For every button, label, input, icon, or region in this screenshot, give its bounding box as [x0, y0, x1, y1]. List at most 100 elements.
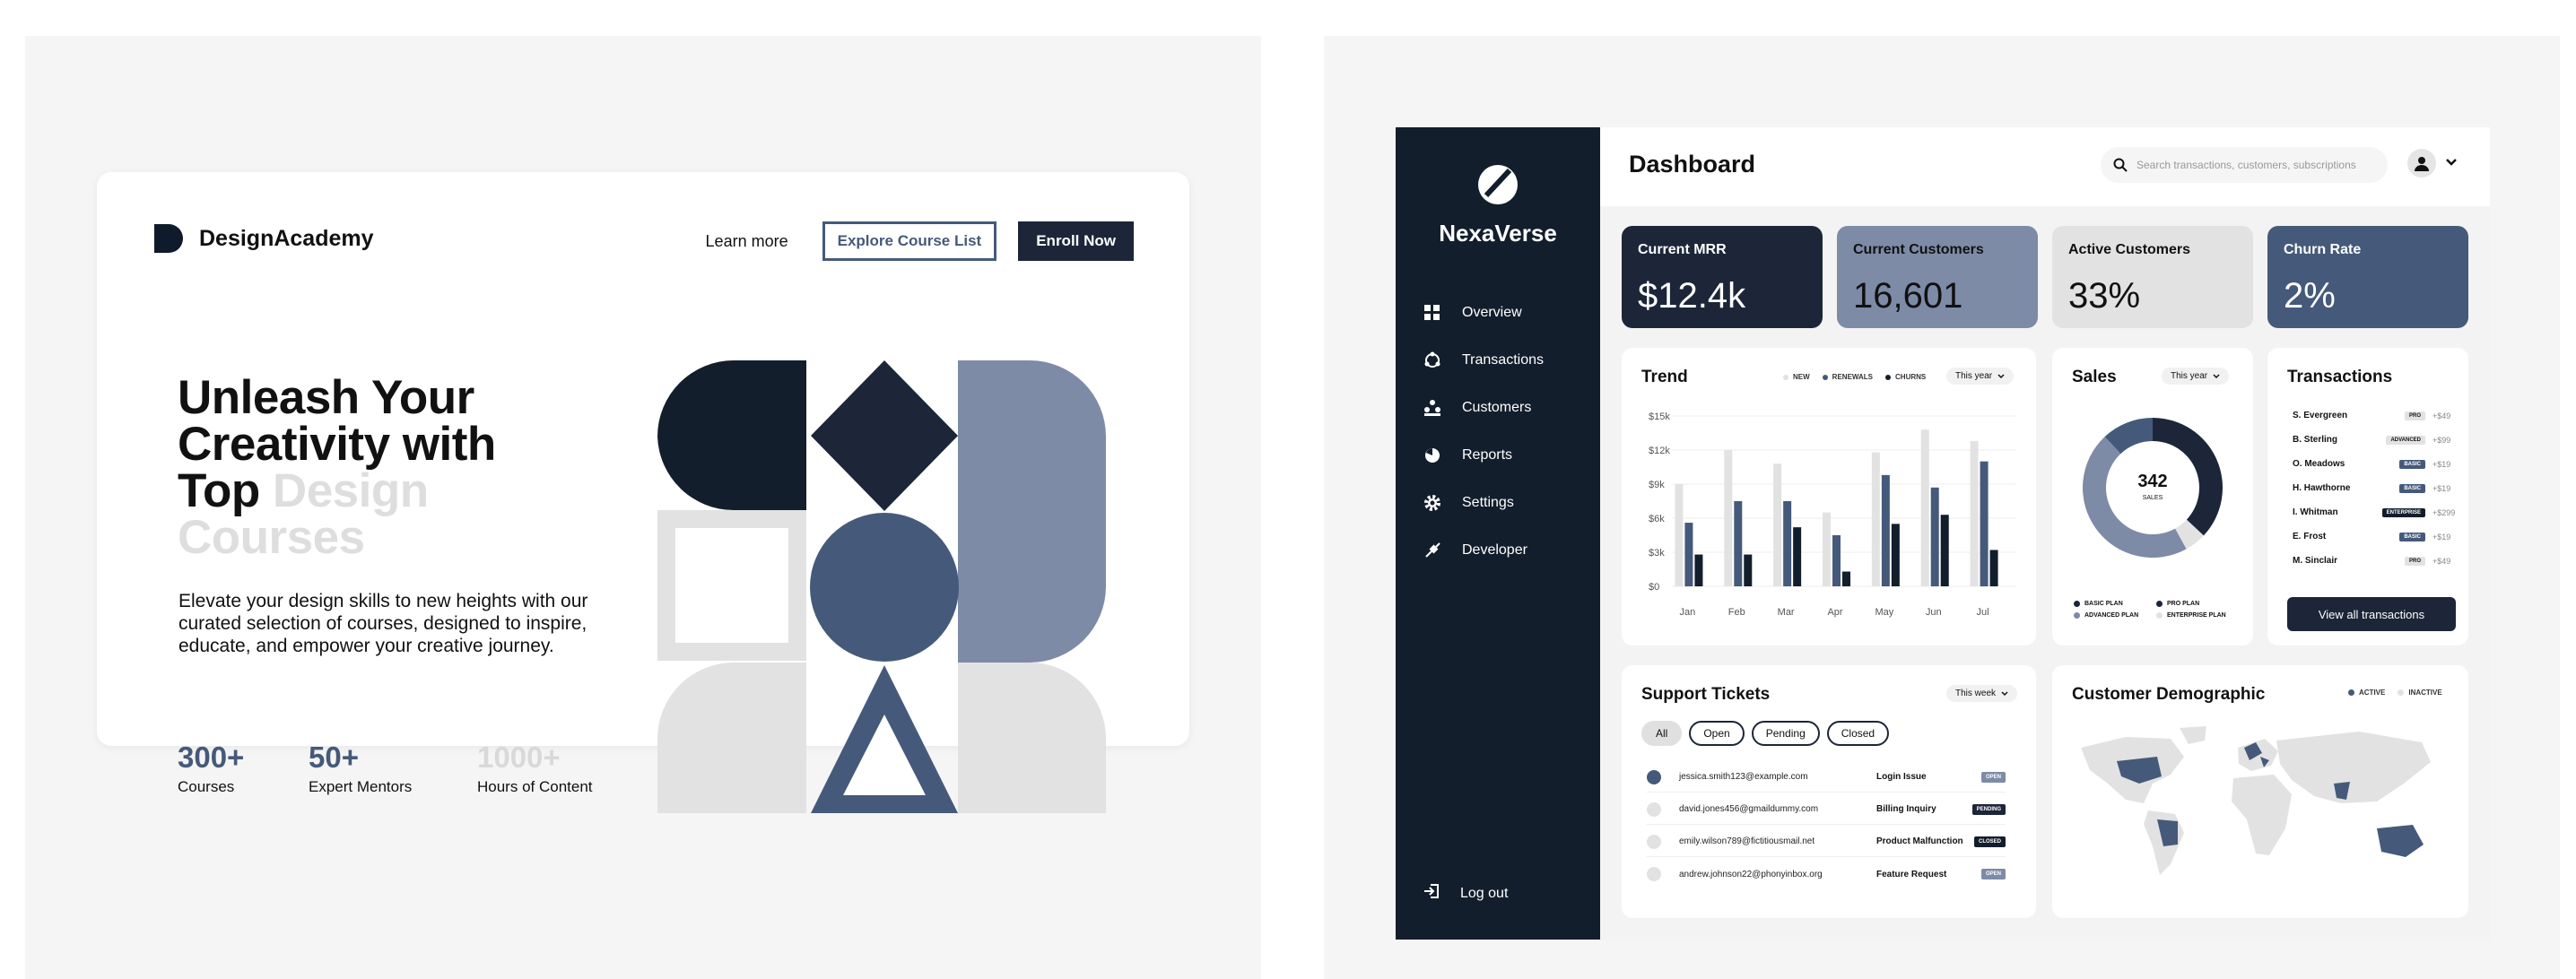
- sidebar-item-customers[interactable]: Customers: [1423, 384, 1544, 431]
- search-input[interactable]: Search transactions, customers, subscrip…: [2101, 147, 2388, 183]
- diamond-shape: [811, 360, 958, 511]
- stat-value: 50+: [309, 741, 359, 774]
- sales-center-label: SALES: [2142, 495, 2163, 501]
- sidebar-item-reports[interactable]: Reports: [1423, 431, 1544, 479]
- plan-badge: ENTERPRISE: [2381, 507, 2425, 517]
- search-icon: [2113, 158, 2128, 172]
- ticket-dot: [1647, 801, 1661, 817]
- page-title: Dashboard: [1629, 151, 1756, 178]
- support-tickets-card: Support Tickets This week All Open Pendi…: [1622, 665, 2036, 918]
- chip-all[interactable]: All: [1641, 721, 1683, 746]
- ticket-email: david.jones456@gmaildummy.com: [1679, 804, 1819, 814]
- chip-closed[interactable]: Closed: [1826, 721, 1890, 746]
- sidebar-item-label: Customers: [1462, 399, 1532, 415]
- amount: +$19: [2432, 459, 2451, 469]
- legend-label: ACTIVE: [2359, 689, 2386, 697]
- sales-card: Sales This year 342 SALES BASIC PLAN PRO…: [2052, 348, 2253, 645]
- landing-card: DesignAcademy Learn more Explore Course …: [97, 172, 1189, 813]
- sidebar-item-overview[interactable]: Overview: [1423, 289, 1544, 336]
- x-tick-label: Apr: [1827, 607, 1842, 618]
- sidebar-item-settings[interactable]: Settings: [1423, 479, 1544, 526]
- transaction-row[interactable]: O. Meadows BASIC +$19: [2293, 459, 2454, 469]
- kpi-churn-rate: Churn Rate 2%: [2267, 226, 2468, 328]
- dashboard-main: Dashboard Search transactions, customers…: [1600, 127, 2490, 940]
- logout-button[interactable]: Log out: [1423, 882, 1508, 905]
- view-all-transactions-button[interactable]: View all transactions: [2287, 597, 2456, 631]
- ticket-dot: [1647, 769, 1661, 784]
- stats-row: 300+ Courses 50+ Expert Mentors 1000+ Ho…: [178, 741, 593, 796]
- chip-open[interactable]: Open: [1689, 721, 1745, 746]
- customer-name: E. Frost: [2293, 532, 2327, 541]
- bar-churns: [1744, 554, 1753, 586]
- bar-churns: [1793, 527, 1802, 586]
- plan-badge: PRO: [2404, 411, 2425, 420]
- sidebar-item-transactions[interactable]: Transactions: [1423, 336, 1544, 384]
- logout-label: Log out: [1460, 885, 1509, 901]
- ticket-issue: Billing Inquiry: [1876, 804, 1936, 814]
- y-tick-label: $6k: [1649, 514, 1665, 524]
- legend-item: ADVANCED PLAN: [2074, 612, 2156, 619]
- enroll-now-button[interactable]: Enroll Now: [1018, 221, 1134, 261]
- status-badge: OPEN: [1980, 771, 2006, 783]
- customer-name: H. Hawthorne: [2293, 483, 2351, 493]
- bar-new: [1823, 512, 1831, 586]
- kpi-label: Current Customers: [1853, 242, 1984, 257]
- ticket-row[interactable]: emily.wilson789@fictitiousmail.net Produc…: [1647, 827, 2006, 857]
- sidebar-item-developer[interactable]: Developer: [1423, 526, 1544, 574]
- stat-hours: 1000+ Hours of Content: [477, 741, 593, 796]
- dashboard-panel: NexaVerse Overview Transactions Customer…: [1324, 36, 2560, 979]
- ticket-issue: Product Malfunction: [1876, 836, 1963, 846]
- sidebar: NexaVerse Overview Transactions Customer…: [1396, 127, 1600, 940]
- tickets-period-dropdown[interactable]: This week: [1946, 685, 2018, 702]
- transaction-row[interactable]: H. Hawthorne BASIC +$19: [2293, 483, 2454, 493]
- ticket-dot: [1647, 834, 1661, 849]
- brand-logo[interactable]: DesignAcademy: [154, 224, 374, 253]
- headline-muted: Courses: [178, 511, 365, 564]
- bar-renewals: [1734, 501, 1743, 586]
- sales-center-value: 342: [2137, 472, 2168, 491]
- ticket-row[interactable]: jessica.smith123@example.com Login Issue O…: [1647, 762, 2006, 793]
- map-region-africa: [2232, 775, 2292, 855]
- chip-pending[interactable]: Pending: [1751, 721, 1820, 746]
- bar-renewals: [1930, 487, 1939, 586]
- nexaverse-logo-icon: [1478, 165, 1518, 204]
- ticket-email: jessica.smith123@example.com: [1679, 772, 1808, 782]
- chevron-down-icon[interactable]: [2445, 158, 2458, 167]
- headline-line: Creativity with: [178, 418, 496, 471]
- explore-course-list-button[interactable]: Explore Course List: [822, 221, 997, 261]
- bar-renewals: [1783, 501, 1792, 586]
- legend-item: BASIC PLAN: [2074, 601, 2156, 607]
- bar-renewals: [1980, 461, 1989, 586]
- sidebar-brand[interactable]: NexaVerse: [1396, 163, 1600, 247]
- plan-badge: ADVANCED: [2386, 435, 2425, 445]
- hero-description: Elevate your design skills to new height…: [178, 591, 588, 656]
- ticket-row[interactable]: andrew.johnson22@phonyinbox.org Feature R…: [1647, 859, 2006, 889]
- avatar[interactable]: [2407, 149, 2436, 178]
- brand-name: DesignAcademy: [199, 225, 374, 251]
- customer-name: O. Meadows: [2293, 459, 2345, 469]
- kpi-current-mrr: Current MRR $12.4k: [1622, 226, 1823, 328]
- learn-more-link[interactable]: Learn more: [706, 232, 788, 251]
- hero-headline: Unleash Your Creativity with Top Design …: [178, 374, 644, 564]
- map-region-asia: [2276, 732, 2431, 803]
- transaction-row[interactable]: E. Frost BASIC +$19: [2293, 532, 2454, 541]
- kpi-label: Active Customers: [2068, 242, 2191, 257]
- transaction-row[interactable]: I. Whitman ENTERPRISE +$299: [2293, 507, 2455, 517]
- plug-icon: [1423, 541, 1442, 560]
- bar-new: [1773, 464, 1782, 586]
- transaction-row[interactable]: M. Sinclair PRO +$49: [2293, 556, 2454, 566]
- legend-item: PRO PLAN: [2156, 601, 2246, 607]
- y-tick-label: $3k: [1649, 548, 1665, 559]
- transaction-row[interactable]: B. Sterling ADVANCED +$99: [2293, 435, 2454, 445]
- kpi-value: $12.4k: [1638, 276, 1746, 316]
- ticket-email: emily.wilson789@fictitiousmail.net: [1679, 836, 1815, 846]
- headline-line: Top: [178, 464, 273, 517]
- stat-value: 300+: [178, 741, 245, 774]
- ticket-row[interactable]: david.jones456@gmaildummy.com Billing Inq…: [1647, 794, 2006, 825]
- bar-renewals: [1881, 474, 1890, 586]
- bar-churns: [1842, 571, 1850, 586]
- amount: +$99: [2432, 435, 2451, 445]
- stat-label: Courses: [178, 778, 235, 795]
- transaction-row[interactable]: S. Evergreen PRO +$49: [2293, 411, 2454, 420]
- sidebar-menu: Overview Transactions Customers Reports …: [1423, 289, 1544, 574]
